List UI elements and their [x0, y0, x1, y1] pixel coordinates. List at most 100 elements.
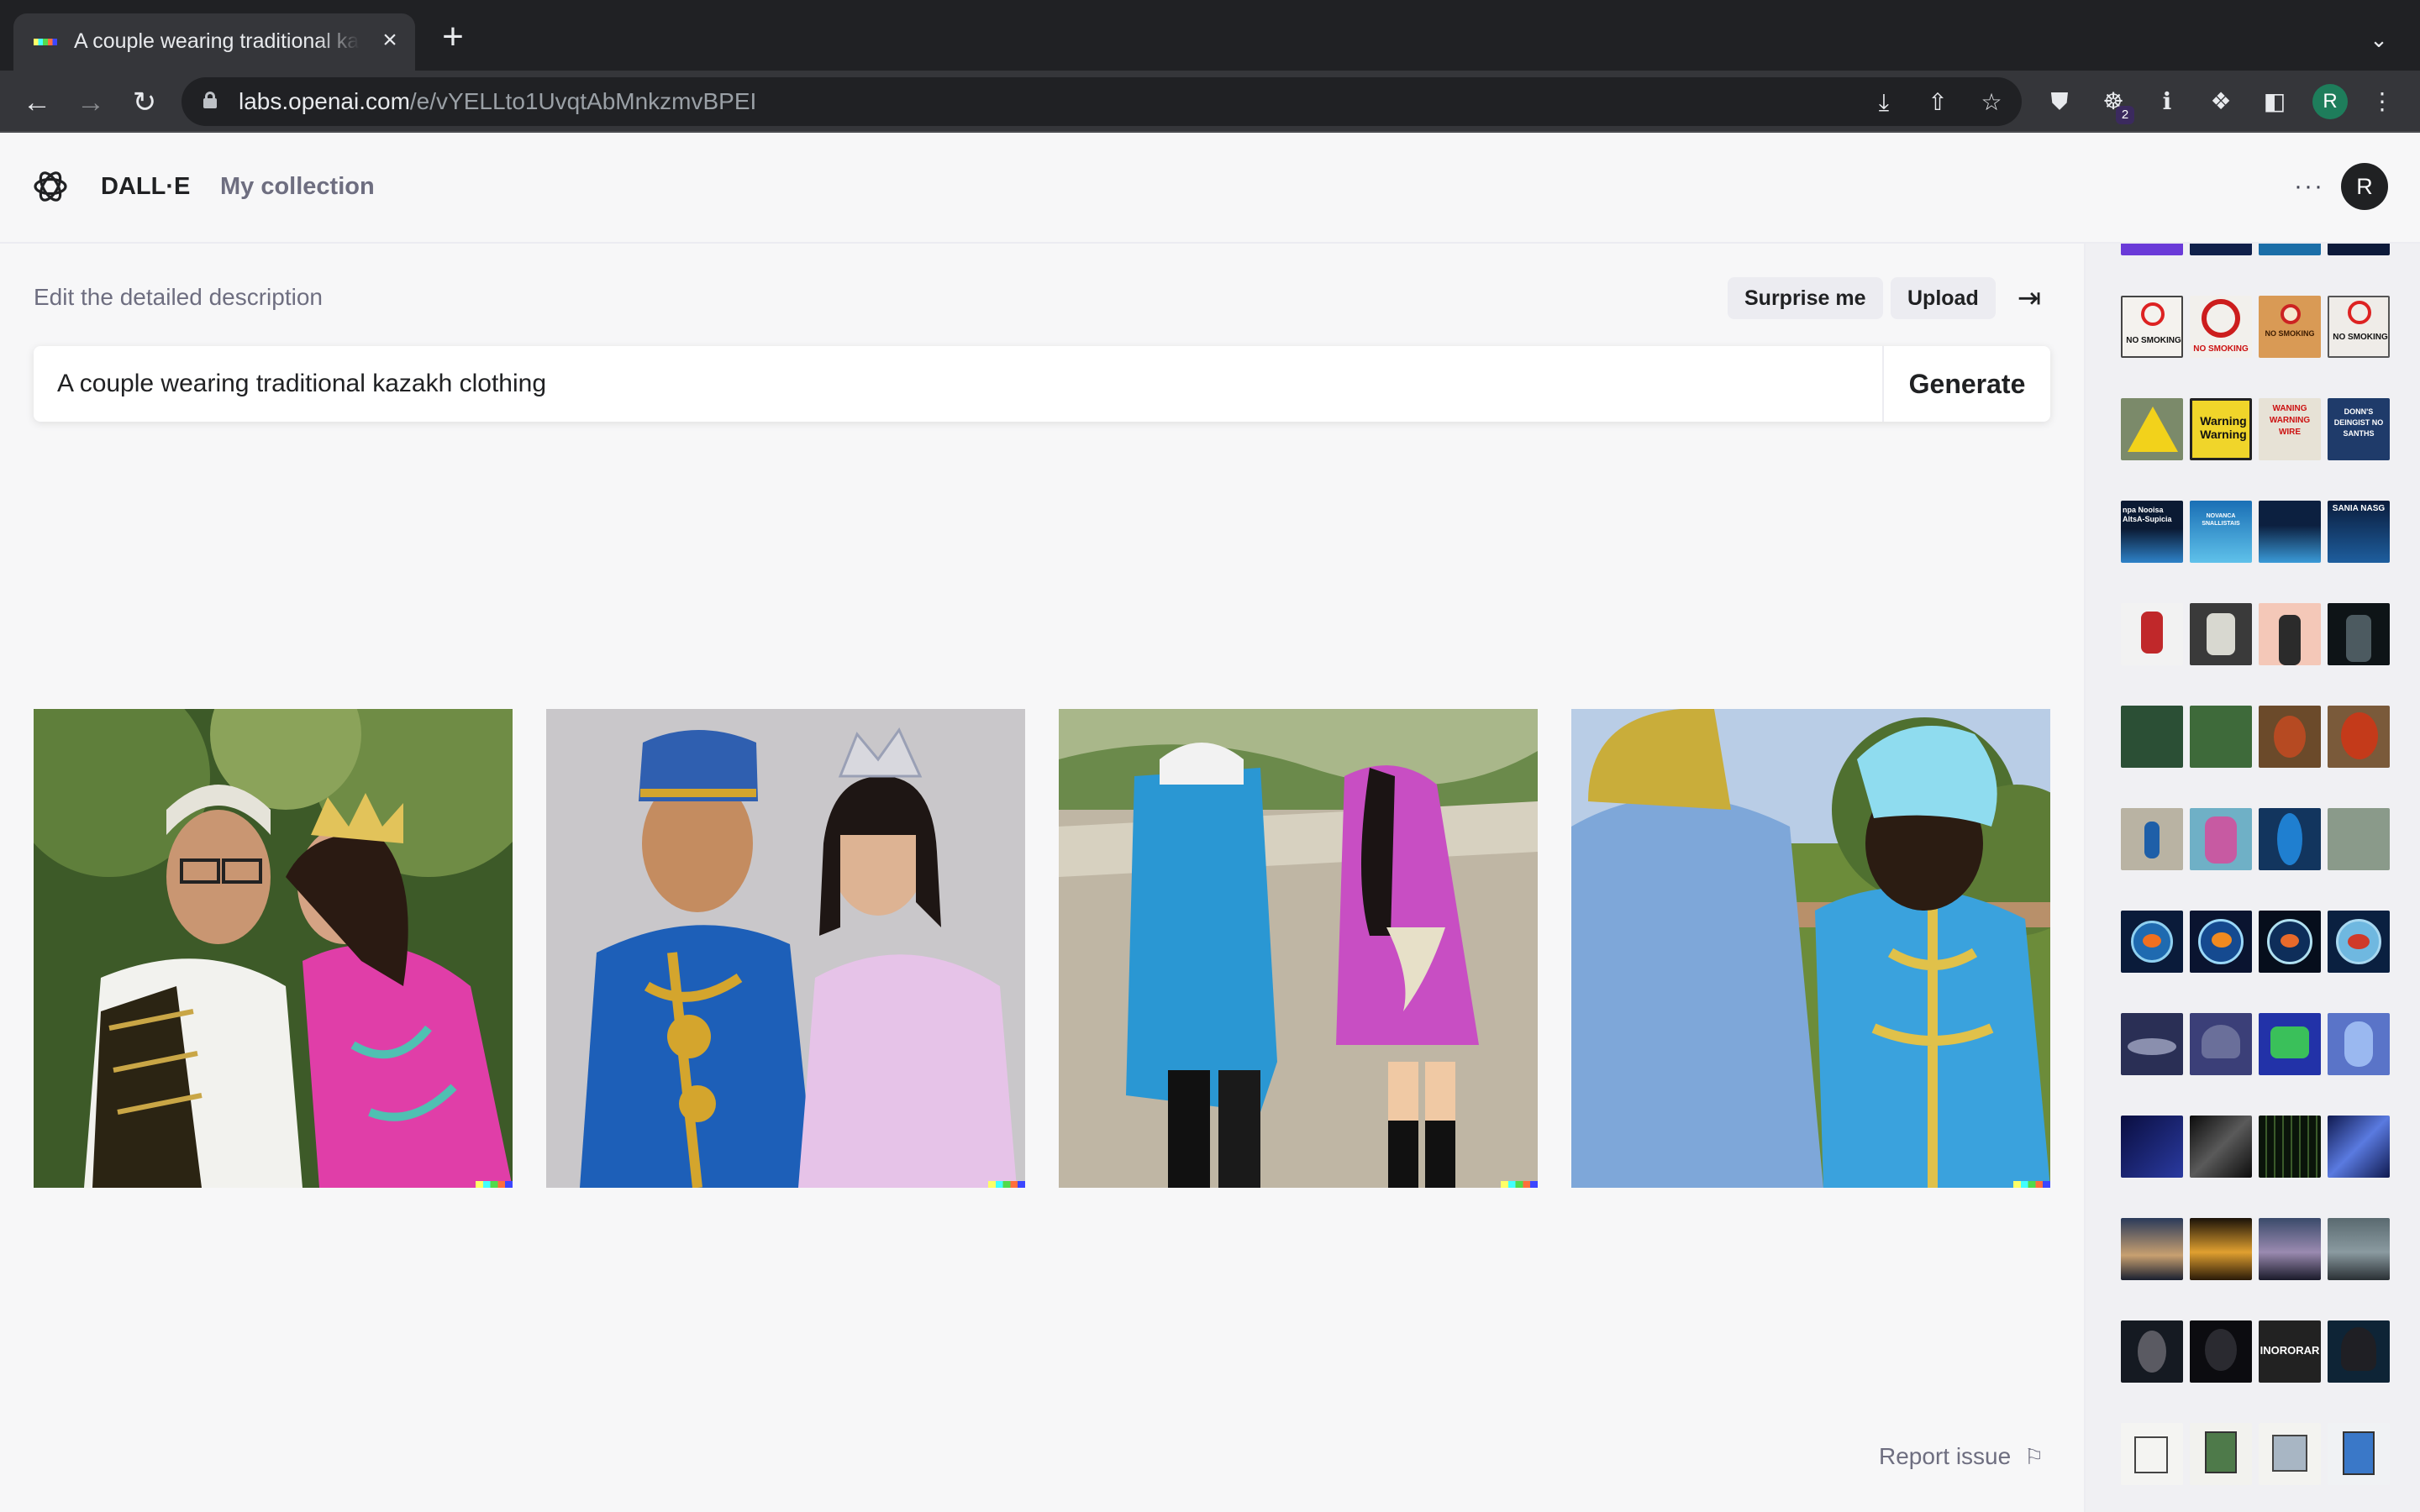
history-thumbnail[interactable] — [2259, 1423, 2321, 1485]
browser-tab[interactable]: A couple wearing traditional kazakh clot… — [13, 13, 415, 71]
history-thumbnail[interactable]: NO SMOKING — [2259, 296, 2321, 358]
more-options-icon[interactable]: ··· — [2289, 168, 2329, 205]
history-thumbnail[interactable] — [2259, 911, 2321, 973]
no-smoking-icon — [2141, 302, 2165, 326]
history-thumbnail[interactable] — [2121, 603, 2183, 665]
install-app-icon[interactable]: ⤓ — [1869, 87, 1899, 118]
history-thumbnail[interactable] — [2328, 1013, 2390, 1075]
history-thumbnail[interactable] — [2259, 706, 2321, 768]
result-image-4[interactable] — [1571, 709, 2050, 1188]
no-smoking-icon — [2202, 299, 2240, 338]
side-panel-icon[interactable]: ◧ — [2259, 86, 2291, 118]
url-host: labs.openai.com — [239, 88, 410, 114]
history-thumbnail[interactable] — [2328, 1116, 2390, 1178]
tab-title: A couple wearing traditional kazakh clot… — [74, 29, 360, 53]
url-text[interactable]: labs.openai.com/e/vYELLto1UvqtAbMnkzmvBP… — [239, 87, 756, 116]
history-thumbnail[interactable]: DONN'S DEINGIST NO SANTHS — [2328, 398, 2390, 460]
history-thumbnail[interactable] — [2259, 808, 2321, 870]
history-thumbnail[interactable]: INORORAR — [2259, 1320, 2321, 1383]
flag-icon: ⚐ — [2023, 1444, 2044, 1469]
surprise-me-button[interactable]: Surprise me — [1728, 277, 1883, 319]
history-thumbnail[interactable] — [2121, 706, 2183, 768]
history-thumbnail[interactable] — [2190, 1013, 2252, 1075]
upload-button[interactable]: Upload — [1891, 277, 1996, 319]
history-thumbnail[interactable] — [2259, 1013, 2321, 1075]
collapse-sidebar-icon[interactable]: ⇥ — [2010, 279, 2049, 318]
history-thumbnail[interactable] — [2328, 1218, 2390, 1280]
history-sidebar[interactable]: NO SMOKING NO SMOKING NO SMOKING NO SMOK… — [2084, 244, 2420, 1512]
report-issue-link[interactable]: Report issue ⚐ — [1879, 1440, 2044, 1473]
info-extension-icon[interactable]: ℹ — [2151, 86, 2183, 118]
history-thumbnail[interactable] — [2121, 1320, 2183, 1383]
history-thumbnail[interactable]: npa Nooisa AltsA-Supicia — [2121, 501, 2183, 563]
sign-text: npa Nooisa AltsA-Supicia — [2123, 506, 2172, 523]
history-thumbnail[interactable]: NO SMOKING — [2121, 296, 2183, 358]
history-thumbnail[interactable] — [2328, 603, 2390, 665]
my-collection-link[interactable]: My collection — [220, 170, 375, 203]
no-smoking-icon — [2281, 304, 2301, 324]
history-thumbnail[interactable] — [2190, 603, 2252, 665]
history-thumbnail[interactable]: WANING WARNING WIRE — [2259, 398, 2321, 460]
url-path: /e/vYELLto1UvqtAbMnkzmvBPEI — [409, 88, 757, 114]
history-thumbnail[interactable] — [2259, 244, 2321, 255]
tab-search-chevron-icon[interactable]: ⌄ — [2365, 25, 2393, 54]
main-content: Edit the detailed description Surprise m… — [0, 244, 2084, 1512]
sign-text: INORORAR — [2260, 1344, 2320, 1357]
history-thumbnail[interactable] — [2328, 244, 2390, 255]
history-thumbnail[interactable] — [2190, 1320, 2252, 1383]
history-thumbnail[interactable] — [2190, 1423, 2252, 1485]
generate-button[interactable]: Generate — [1882, 346, 2050, 422]
back-arrow-icon[interactable]: ← — [20, 86, 54, 119]
share-icon[interactable]: ⇧ — [1923, 87, 1953, 118]
history-thumbnail[interactable] — [2121, 1218, 2183, 1280]
history-thumbnail[interactable] — [2259, 1218, 2321, 1280]
history-thumbnail[interactable]: NO SMOKING — [2328, 296, 2390, 358]
history-thumbnail[interactable] — [2190, 911, 2252, 973]
close-tab-icon[interactable]: × — [375, 25, 405, 55]
history-thumbnail[interactable] — [2121, 1116, 2183, 1178]
history-thumbnail[interactable] — [2190, 1116, 2252, 1178]
puzzle-extensions-icon[interactable]: ❖ — [2205, 86, 2237, 118]
kebab-menu-icon[interactable]: ⋮ — [2366, 86, 2398, 118]
history-thumbnail[interactable]: SANIA NASG — [2328, 501, 2390, 563]
dalle-brand[interactable]: DALL·E — [101, 170, 190, 203]
history-thumbnail[interactable] — [2121, 911, 2183, 973]
history-thumbnail[interactable] — [2259, 1116, 2321, 1178]
history-thumbnail[interactable]: NO SMOKING — [2190, 296, 2252, 358]
history-thumbnail[interactable] — [2190, 244, 2252, 255]
history-thumbnail[interactable]: Warning Warning — [2190, 398, 2252, 460]
prompt-input[interactable] — [34, 346, 1882, 422]
history-thumbnail[interactable] — [2259, 501, 2321, 563]
reload-icon[interactable]: ↻ — [128, 86, 161, 119]
history-thumbnail[interactable] — [2121, 1423, 2183, 1485]
address-bar[interactable]: labs.openai.com/e/vYELLto1UvqtAbMnkzmvBP… — [182, 77, 2022, 126]
result-image-3[interactable] — [1059, 709, 1538, 1188]
history-thumbnail[interactable] — [2121, 398, 2183, 460]
history-thumbnail[interactable] — [2121, 1013, 2183, 1075]
openai-logo-icon[interactable] — [32, 168, 69, 205]
ublock-extension-icon[interactable]: ⛊ — [2044, 86, 2075, 118]
dalle-watermark-icon — [2013, 1181, 2050, 1188]
history-thumbnail[interactable] — [2328, 911, 2390, 973]
browser-profile-avatar[interactable]: R — [2312, 84, 2348, 119]
history-thumbnail[interactable] — [2121, 808, 2183, 870]
history-thumbnail[interactable] — [2328, 706, 2390, 768]
new-tab-button[interactable]: + — [435, 18, 471, 55]
forward-arrow-icon[interactable]: → — [74, 86, 108, 119]
user-avatar[interactable]: R — [2341, 163, 2388, 210]
result-image-1[interactable] — [34, 709, 513, 1188]
history-thumbnail[interactable] — [2328, 1320, 2390, 1383]
history-thumbnail[interactable] — [2121, 244, 2183, 255]
history-thumbnail[interactable] — [2190, 808, 2252, 870]
history-thumbnail[interactable]: NOVANCA SNALLISTAIS — [2190, 501, 2252, 563]
history-thumbnail[interactable] — [2259, 603, 2321, 665]
app-header: DALL·E My collection ··· R — [0, 133, 2420, 244]
history-thumbnail[interactable] — [2190, 706, 2252, 768]
history-thumbnail[interactable] — [2190, 1218, 2252, 1280]
result-image-2[interactable] — [546, 709, 1025, 1188]
history-thumbnail[interactable] — [2328, 1423, 2390, 1485]
hazard-icon — [2128, 407, 2178, 452]
history-thumbnail[interactable] — [2328, 808, 2390, 870]
bookmark-star-icon[interactable]: ☆ — [1976, 87, 2007, 118]
lock-icon[interactable] — [203, 92, 217, 108]
